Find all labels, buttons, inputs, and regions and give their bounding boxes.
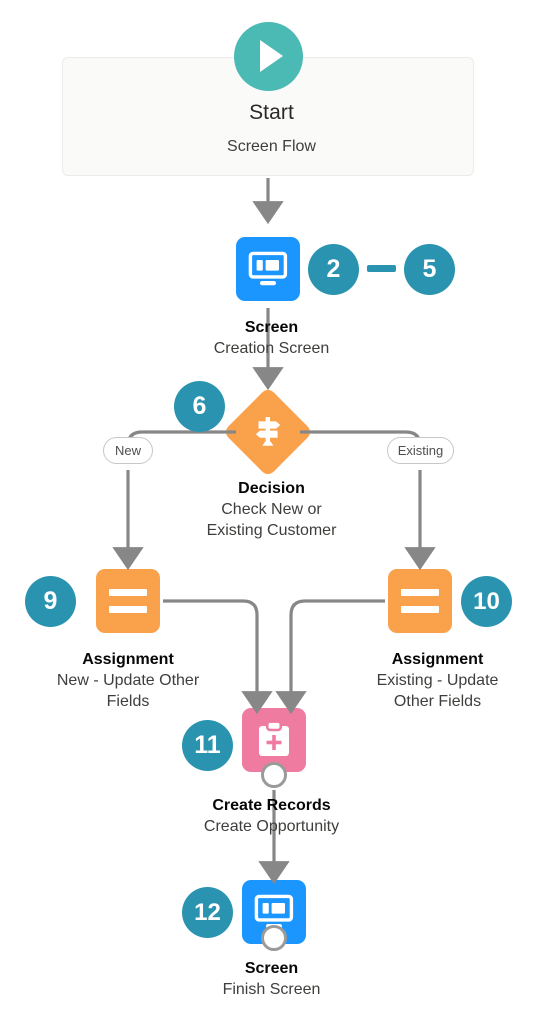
branch-label-existing[interactable]: Existing [387,437,454,464]
start-subtitle: Screen Flow [227,138,316,155]
node-title: Create Records [212,797,331,814]
node-subtitle-line2: Fields [106,693,150,711]
badge-connector-dash [367,265,396,272]
play-triangle [260,40,283,72]
badge-step-2[interactable]: 2 [308,244,359,295]
node-title: Screen [244,960,299,977]
node-title: Decision [238,480,305,497]
badge-step-6[interactable]: 6 [174,381,225,432]
node-title: Assignment [391,651,484,668]
label-screen-creation: Screen Creation Screen [0,317,543,359]
node-subtitle-line2: Existing Customer [206,522,337,540]
label-assignment-existing: Assignment Existing - Update Other Field… [332,649,543,712]
start-title: Start [249,101,294,124]
node-subtitle-line1: Existing - Update [376,672,499,690]
play-icon[interactable] [234,22,303,91]
badge-step-10[interactable]: 10 [461,576,512,627]
node-subtitle-line1: New - Update Other [56,672,200,690]
screen-finish-endpoint-circle [261,925,287,951]
badge-step-12[interactable]: 12 [182,887,233,938]
label-create-records: Create Records Create Opportunity [0,795,543,837]
node-title: Screen [244,319,299,336]
create-records-endpoint-circle [261,762,287,788]
label-decision: Decision Check New or Existing Customer [0,478,543,541]
flow-diagram-canvas: Start Screen Flow 2 5 Screen Creation Sc… [0,0,543,1024]
label-screen-finish: Screen Finish Screen [0,958,543,1000]
badge-step-11[interactable]: 11 [182,720,233,771]
node-subtitle: Finish Screen [222,981,321,999]
node-subtitle-line1: Check New or [221,501,322,519]
branch-label-new[interactable]: New [103,437,153,464]
node-subtitle: Creation Screen [213,340,330,358]
label-assignment-new: Assignment New - Update Other Fields [0,649,256,712]
node-title: Assignment [82,651,174,668]
node-subtitle-line2: Other Fields [393,693,482,711]
node-subtitle: Create Opportunity [203,818,340,836]
badge-step-9[interactable]: 9 [25,576,76,627]
badge-step-5[interactable]: 5 [404,244,455,295]
